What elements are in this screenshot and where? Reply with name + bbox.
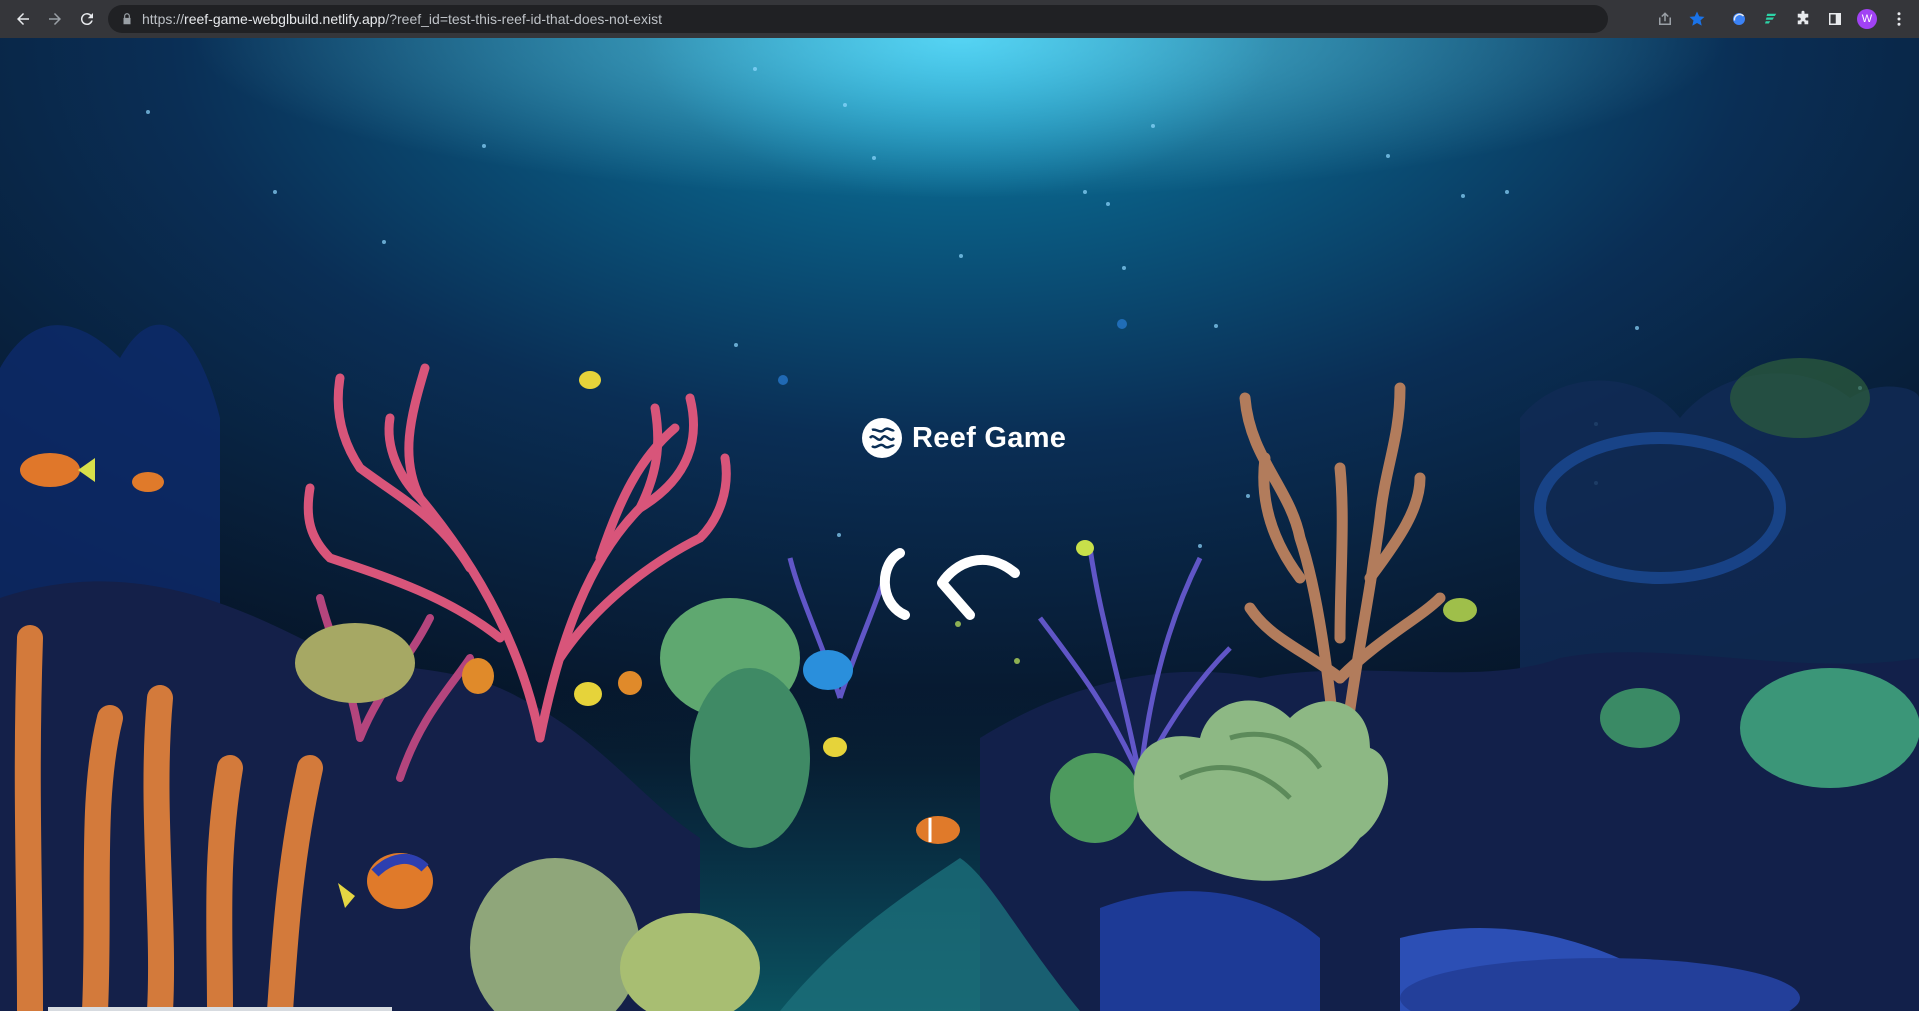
extensions-menu-button[interactable]	[1791, 7, 1815, 31]
reload-button[interactable]	[72, 4, 102, 34]
lock-icon	[123, 13, 131, 25]
loading-spinner-icon	[879, 548, 1020, 620]
side-panel-icon	[1829, 13, 1841, 25]
star-icon	[1689, 11, 1705, 26]
reload-icon	[80, 13, 93, 26]
browser-toolbar: https://reef-game-webglbuild.netlify.app…	[0, 0, 1919, 38]
coral-brain-icon	[862, 418, 902, 458]
game-title: Reef Game	[912, 421, 1067, 454]
forward-arrow-icon	[49, 13, 61, 25]
forward-button[interactable]	[40, 4, 70, 34]
side-panel-button[interactable]	[1823, 7, 1847, 31]
more-menu-button[interactable]	[1887, 7, 1911, 31]
url-host: reef-game-webglbuild.netlify.app	[184, 11, 386, 27]
puzzle-icon	[1797, 10, 1809, 25]
url-prefix: https://	[142, 11, 185, 27]
bookmark-button[interactable]	[1685, 7, 1709, 31]
more-icon	[1897, 12, 1901, 26]
address-bar[interactable]: https://reef-game-webglbuild.netlify.app…	[108, 5, 1608, 33]
profile-button[interactable]: W	[1855, 7, 1879, 31]
url-text[interactable]: https://reef-game-webglbuild.netlify.app…	[142, 11, 662, 27]
extension-icon	[1733, 13, 1745, 25]
page-load-progress-bar	[48, 1007, 392, 1011]
game-logo: Reef Game	[860, 416, 1066, 460]
url-path: /?reef_id=test-this-reef-id-that-does-no…	[385, 11, 662, 27]
avatar: W	[1857, 9, 1877, 29]
back-button[interactable]	[8, 4, 38, 34]
extension-button-2[interactable]	[1759, 7, 1783, 31]
share-button[interactable]	[1653, 7, 1677, 31]
extension-button-1[interactable]	[1727, 7, 1751, 31]
share-icon	[1659, 12, 1671, 25]
flow-icon	[1765, 13, 1777, 24]
back-arrow-icon	[17, 13, 29, 25]
game-canvas[interactable]: Reef Game	[0, 38, 1919, 1011]
toolbar-actions: W	[1653, 4, 1911, 34]
reef-background	[0, 38, 1919, 1011]
